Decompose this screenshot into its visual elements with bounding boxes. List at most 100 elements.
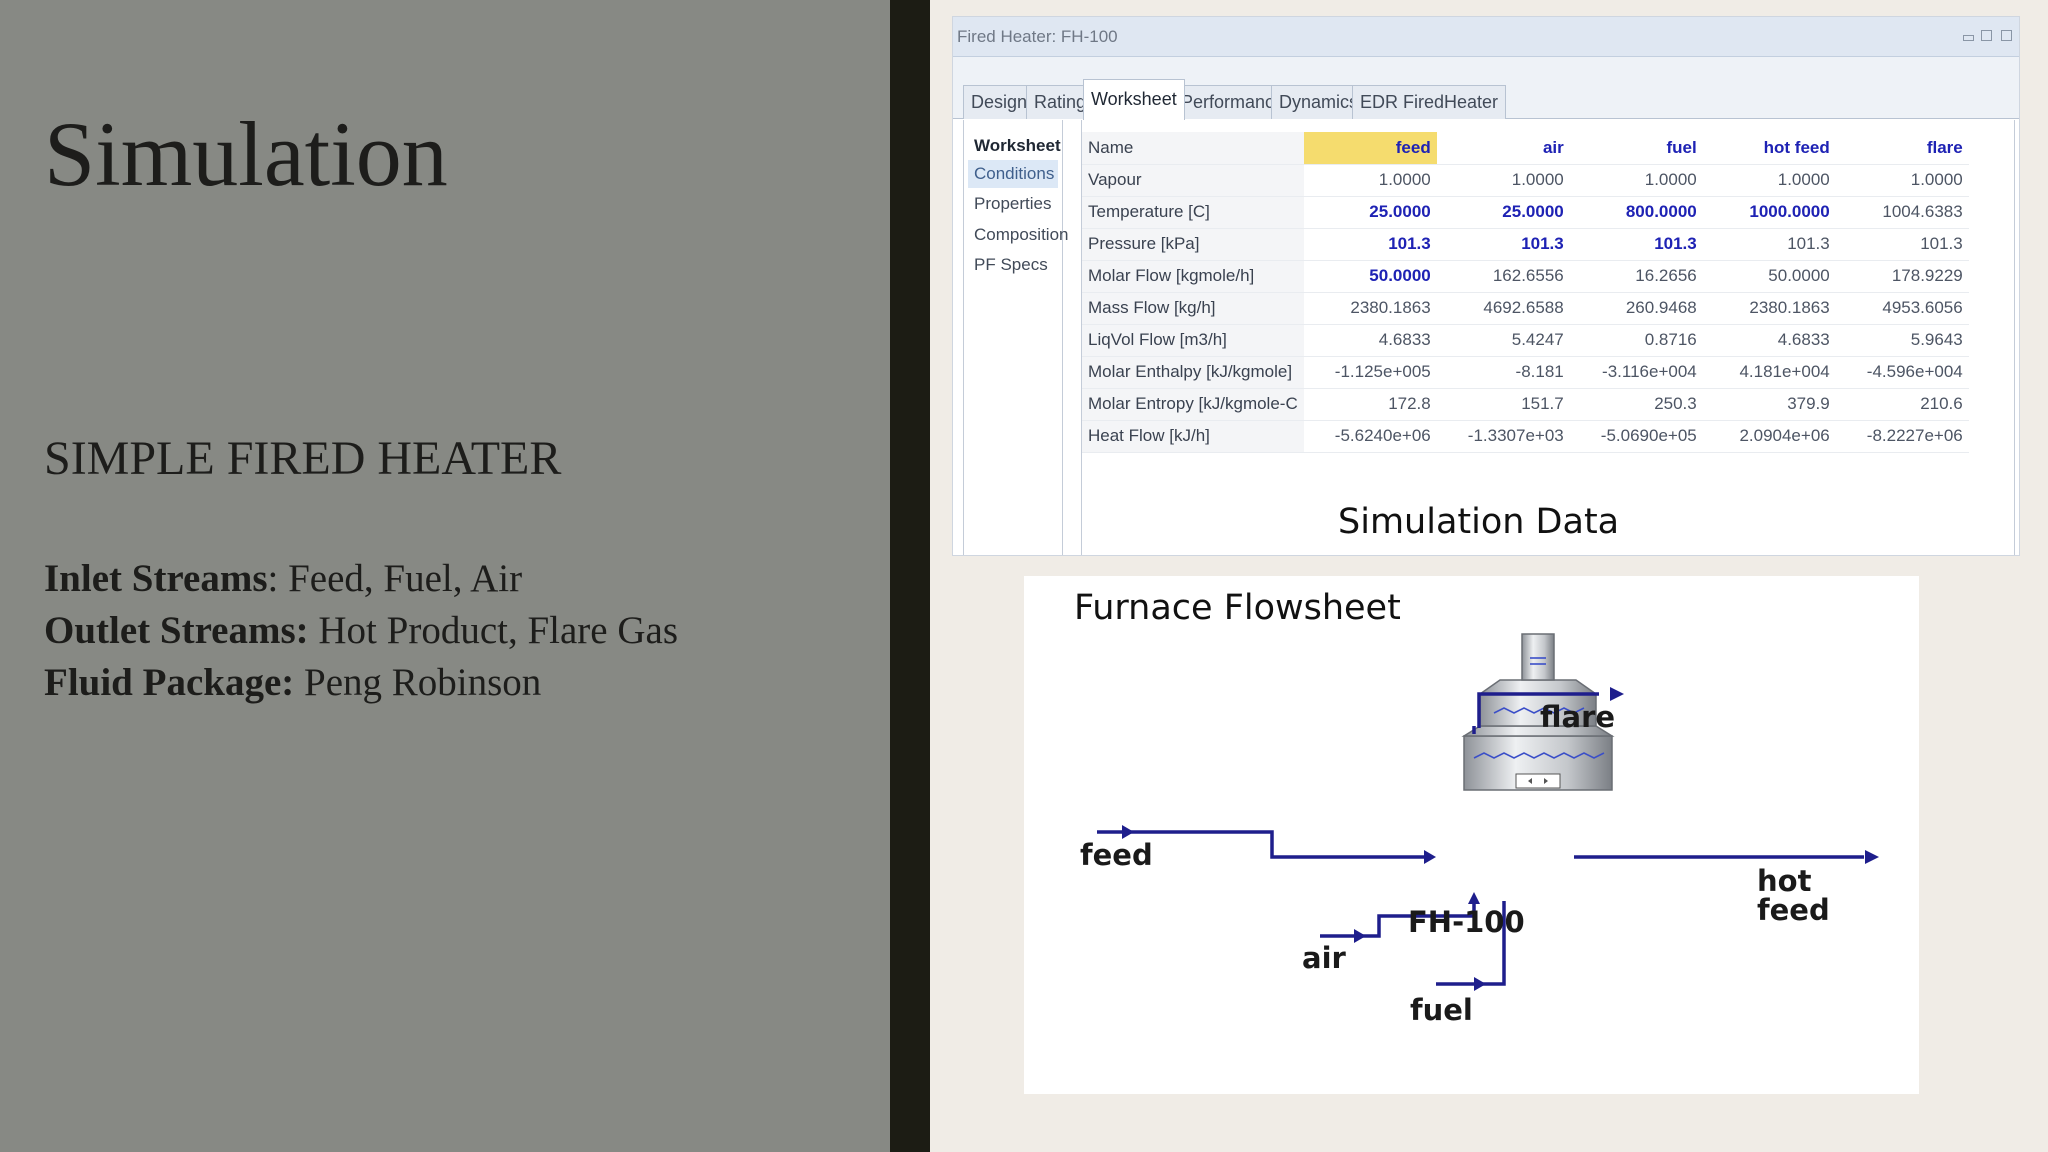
window-titlebar: Fired Heater: FH-100 bbox=[953, 17, 2019, 57]
value-cell[interactable]: -5.6240e+06 bbox=[1303, 420, 1437, 453]
column-header-flare[interactable]: flare bbox=[1835, 132, 1969, 165]
value-cell[interactable]: 4.181e+004 bbox=[1702, 356, 1836, 389]
value-cell[interactable]: 162.6556 bbox=[1436, 260, 1570, 293]
inlet-streams-line: Inlet Streams: Feed, Fuel, Air bbox=[44, 553, 678, 605]
row-label: Pressure [kPa] bbox=[1082, 228, 1304, 261]
hot-feed-arrow bbox=[1865, 850, 1879, 864]
value-cell[interactable]: 5.9643 bbox=[1835, 324, 1969, 357]
value-cell[interactable]: 101.3 bbox=[1436, 228, 1570, 261]
table-row: Pressure [kPa] 101.3 101.3 101.3 101.3 101.3 bbox=[1082, 228, 1969, 261]
nav-item-conditions[interactable]: Conditions bbox=[968, 160, 1058, 188]
value-cell[interactable]: 2380.1863 bbox=[1303, 292, 1437, 325]
value-cell[interactable]: 1.0000 bbox=[1702, 164, 1836, 197]
value-cell[interactable]: 1004.6383 bbox=[1835, 196, 1969, 229]
value-cell[interactable]: 4.6833 bbox=[1702, 324, 1836, 357]
nav-item-pf-specs[interactable]: PF Specs bbox=[968, 251, 1058, 279]
table-row: Vapour 1.0000 1.0000 1.0000 1.0000 1.0000 bbox=[1082, 164, 1969, 197]
value-cell[interactable]: 4.6833 bbox=[1303, 324, 1437, 357]
detail-value: Hot Product, Flare Gas bbox=[308, 609, 678, 652]
nav-item-properties[interactable]: Properties bbox=[968, 190, 1058, 218]
value-cell[interactable]: -1.3307e+03 bbox=[1436, 420, 1570, 453]
value-cell[interactable]: 1.0000 bbox=[1303, 164, 1437, 197]
worksheet-nav: Worksheet Conditions Properties Composit… bbox=[963, 120, 1069, 555]
maximize-icon[interactable] bbox=[1981, 30, 1992, 41]
value-cell[interactable]: -8.2227e+06 bbox=[1835, 420, 1969, 453]
value-cell[interactable]: 0.8716 bbox=[1569, 324, 1703, 357]
outlet-streams-line: Outlet Streams: Hot Product, Flare Gas bbox=[44, 605, 678, 657]
column-header-feed[interactable]: feed bbox=[1303, 132, 1437, 165]
feed-to-heater-arrow bbox=[1424, 850, 1436, 864]
simulation-data-caption: Simulation Data bbox=[1338, 502, 1620, 542]
column-header-air[interactable]: air bbox=[1436, 132, 1570, 165]
value-cell[interactable]: 379.9 bbox=[1702, 388, 1836, 421]
row-label: Molar Flow [kgmole/h] bbox=[1082, 260, 1304, 293]
value-cell[interactable]: 101.3 bbox=[1569, 228, 1703, 261]
flare-arrow bbox=[1610, 687, 1624, 701]
air-arrow bbox=[1354, 929, 1366, 943]
fired-heater-window: Fired Heater: FH-100 Design Rating Works… bbox=[952, 16, 2020, 556]
table-row: Molar Entropy [kJ/kgmole-C 172.8 151.7 250.… bbox=[1082, 388, 1969, 421]
table-row: Mass Flow [kg/h] 2380.1863 4692.6588 260.94… bbox=[1082, 292, 1969, 325]
minimize-icon[interactable] bbox=[1963, 35, 1974, 41]
tab-edr-firedheater[interactable]: EDR FiredHeater bbox=[1352, 85, 1507, 119]
row-label: Mass Flow [kg/h] bbox=[1082, 292, 1304, 325]
value-cell[interactable]: 1.0000 bbox=[1835, 164, 1969, 197]
column-header-hot-feed[interactable]: hot feed bbox=[1702, 132, 1836, 165]
flowsheet-panel: Furnace Flowsheet feed flare hot feed ai… bbox=[1024, 576, 1919, 1094]
value-cell[interactable]: 16.2656 bbox=[1569, 260, 1703, 293]
detail-label: Fluid Package: bbox=[44, 661, 295, 704]
value-cell[interactable]: -4.596e+004 bbox=[1835, 356, 1969, 389]
value-cell[interactable]: 5.4247 bbox=[1436, 324, 1570, 357]
fuel-arrow bbox=[1474, 977, 1486, 991]
value-cell[interactable]: 260.9468 bbox=[1569, 292, 1703, 325]
hot-feed-label-line2: feed bbox=[1757, 893, 1830, 927]
value-cell[interactable]: 25.0000 bbox=[1303, 196, 1437, 229]
table-row: Temperature [C] 25.0000 25.0000 800.0000 100… bbox=[1082, 196, 1969, 229]
tab-bar: Design Rating Worksheet Performance Dyna… bbox=[953, 57, 2019, 120]
value-cell[interactable]: 50.0000 bbox=[1702, 260, 1836, 293]
nav-item-composition[interactable]: Composition bbox=[968, 221, 1069, 249]
row-label: Temperature [C] bbox=[1082, 196, 1304, 229]
conditions-table-area: Name feed air fuel hot feed flare Vapour… bbox=[1081, 120, 2015, 555]
value-cell[interactable]: 172.8 bbox=[1303, 388, 1437, 421]
value-cell[interactable]: -1.125e+005 bbox=[1303, 356, 1437, 389]
value-cell[interactable]: 25.0000 bbox=[1436, 196, 1570, 229]
close-icon[interactable] bbox=[2001, 30, 2012, 41]
name-header: Name bbox=[1082, 132, 1304, 165]
slide-details: Inlet Streams: Feed, Fuel, Air Outlet St… bbox=[44, 553, 678, 709]
value-cell[interactable]: 4953.6056 bbox=[1835, 292, 1969, 325]
tab-worksheet[interactable]: Worksheet bbox=[1083, 79, 1185, 120]
value-cell[interactable]: 101.3 bbox=[1303, 228, 1437, 261]
tab-design[interactable]: Design bbox=[963, 85, 1036, 119]
slide-text-panel: Simulation SIMPLE FIRED HEATER Inlet Str… bbox=[0, 0, 890, 1152]
value-cell[interactable]: 50.0000 bbox=[1303, 260, 1437, 293]
conditions-table: Name feed air fuel hot feed flare Vapour… bbox=[1082, 132, 1969, 453]
unit-label: FH-100 bbox=[1408, 905, 1525, 939]
value-cell[interactable]: 2.0904e+06 bbox=[1702, 420, 1836, 453]
value-cell[interactable]: -5.0690e+05 bbox=[1569, 420, 1703, 453]
value-cell[interactable]: 1000.0000 bbox=[1702, 196, 1836, 229]
value-cell[interactable]: -3.116e+004 bbox=[1569, 356, 1703, 389]
column-header-fuel[interactable]: fuel bbox=[1569, 132, 1703, 165]
table-row: LiqVol Flow [m3/h] 4.6833 5.4247 0.8716 4.68… bbox=[1082, 324, 1969, 357]
value-cell[interactable]: 2380.1863 bbox=[1702, 292, 1836, 325]
value-cell[interactable]: 250.3 bbox=[1569, 388, 1703, 421]
table-row: Heat Flow [kJ/h] -5.6240e+06 -1.3307e+03 -5… bbox=[1082, 420, 1969, 453]
fluid-package-line: Fluid Package: Peng Robinson bbox=[44, 657, 678, 709]
value-cell[interactable]: 210.6 bbox=[1835, 388, 1969, 421]
value-cell[interactable]: 1.0000 bbox=[1569, 164, 1703, 197]
detail-value: : Feed, Fuel, Air bbox=[267, 557, 523, 600]
row-label: Vapour bbox=[1082, 164, 1304, 197]
table-row: Molar Enthalpy [kJ/kgmole] -1.125e+005 -8.… bbox=[1082, 356, 1969, 389]
row-label: LiqVol Flow [m3/h] bbox=[1082, 324, 1304, 357]
value-cell[interactable]: 151.7 bbox=[1436, 388, 1570, 421]
value-cell[interactable]: -8.181 bbox=[1436, 356, 1570, 389]
value-cell[interactable]: 4692.6588 bbox=[1436, 292, 1570, 325]
value-cell[interactable]: 101.3 bbox=[1835, 228, 1969, 261]
value-cell[interactable]: 178.9229 bbox=[1835, 260, 1969, 293]
row-label: Molar Enthalpy [kJ/kgmole] bbox=[1082, 356, 1304, 389]
flare-label: flare bbox=[1540, 700, 1615, 734]
value-cell[interactable]: 101.3 bbox=[1702, 228, 1836, 261]
value-cell[interactable]: 1.0000 bbox=[1436, 164, 1570, 197]
value-cell[interactable]: 800.0000 bbox=[1569, 196, 1703, 229]
